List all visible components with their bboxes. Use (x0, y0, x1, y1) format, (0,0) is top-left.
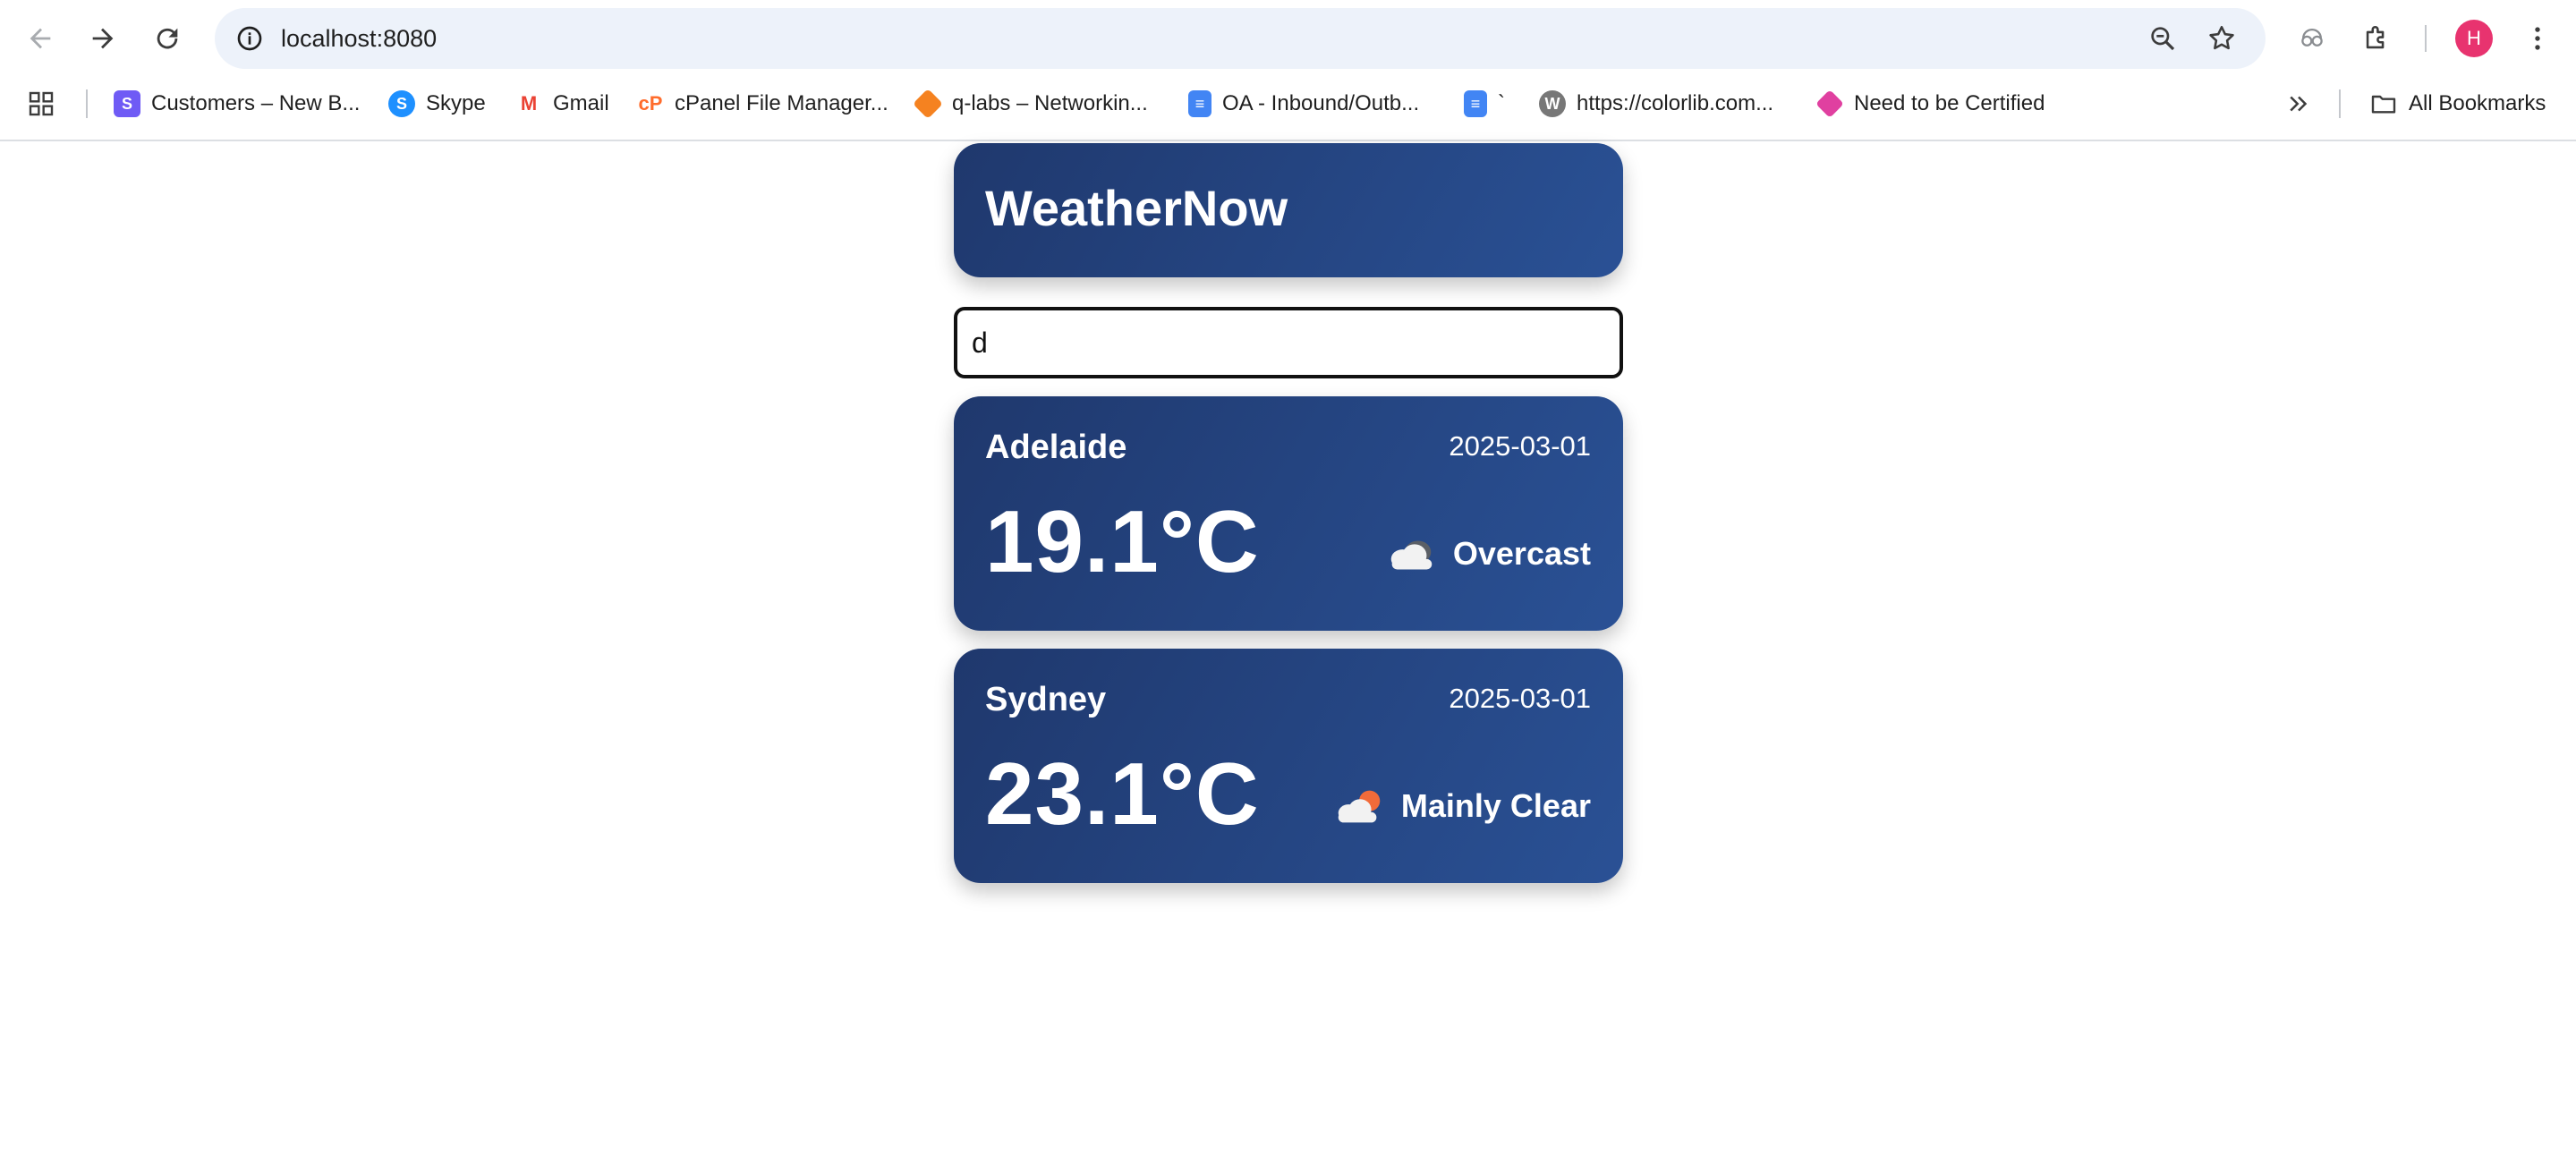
bookmark-label: https://colorlib.com... (1577, 91, 1774, 115)
forward-button[interactable] (81, 16, 125, 61)
bookmark-label: ` (1498, 91, 1505, 115)
toolbar-divider (2425, 25, 2427, 52)
app-header: WeatherNow (954, 143, 1623, 277)
arrow-left-icon (30, 28, 51, 49)
condition-label: Mainly Clear (1400, 787, 1591, 824)
city-name: Adelaide (985, 429, 1127, 466)
docs-icon: ≡ (1464, 90, 1487, 117)
arrow-right-icon (92, 28, 114, 49)
folder-icon (2371, 95, 2396, 114)
chevron-double-right-icon (2290, 96, 2308, 112)
forecast-date: 2025-03-01 (1449, 683, 1591, 714)
more-bookmarks-button[interactable] (2285, 82, 2312, 125)
bookmark-label: Gmail (553, 91, 609, 115)
bookmark-label: Skype (426, 91, 486, 115)
bookmarks-divider (86, 89, 88, 118)
reload-button[interactable] (145, 16, 190, 61)
bookmark-item[interactable]: S Skype (388, 82, 486, 125)
temperature: 23.1°C (985, 744, 1260, 843)
bookmarks-bar: S Customers – New B... S Skype M Gmail c… (0, 77, 2576, 131)
apps-button[interactable] (27, 82, 55, 125)
box-icon (1815, 89, 1844, 118)
back-button[interactable] (18, 16, 63, 61)
temperature: 19.1°C (985, 492, 1260, 590)
profile-avatar[interactable]: H (2455, 20, 2493, 57)
extensions-button[interactable] (2353, 15, 2400, 62)
skype-icon: S (388, 90, 415, 117)
wordpress-icon: W (1539, 90, 1566, 117)
forecast-date: 2025-03-01 (1449, 430, 1591, 462)
bookmark-item[interactable]: ≡ ` (1464, 82, 1505, 125)
bookmark-label: q-labs – Networkin... (952, 91, 1148, 115)
bookmark-label: OA - Inbound/Outb... (1222, 91, 1420, 115)
weather-condition: Overcast (1383, 527, 1591, 581)
cube-icon (913, 89, 943, 119)
browser-toolbar: localhost:8080 H (0, 0, 2576, 77)
star-icon (2209, 25, 2234, 50)
bookmark-star-button[interactable] (2199, 16, 2244, 61)
reload-icon (157, 28, 178, 49)
gmail-icon: M (520, 92, 538, 115)
cpanel-icon: cP (638, 92, 663, 115)
weather-card: Sydney 2025-03-01 23.1°C Mainly Clear (954, 649, 1623, 883)
docs-icon: ≡ (1188, 90, 1211, 117)
weather-card: Adelaide 2025-03-01 19.1°C Overcast (954, 396, 1623, 631)
bookmark-item[interactable]: cP cPanel File Manager... (637, 82, 888, 125)
more-vertical-icon (2535, 27, 2540, 50)
bookmark-label: Customers – New B... (151, 91, 361, 115)
zoom-button[interactable] (2140, 16, 2185, 61)
menu-button[interactable] (2514, 15, 2561, 62)
url-text[interactable]: localhost:8080 (281, 8, 437, 69)
s-logo-icon: S (114, 90, 140, 117)
bookmark-item[interactable]: S Customers – New B... (114, 82, 360, 125)
bookmark-item[interactable]: M Gmail (515, 82, 609, 125)
bookmark-item[interactable]: q-labs – Networkin... (913, 82, 1148, 125)
bookmark-item[interactable]: W https://colorlib.com... (1539, 82, 1773, 125)
weather-condition: Mainly Clear (1331, 779, 1591, 833)
zoom-out-icon (2151, 27, 2175, 51)
condition-label: Overcast (1452, 535, 1591, 572)
browser-chrome: localhost:8080 H S Customers – New B... … (0, 0, 2576, 141)
puzzle-icon (2366, 26, 2385, 49)
cloud-link-icon (2301, 28, 2323, 47)
all-bookmarks-label: All Bookmarks (2409, 91, 2546, 115)
extension-button[interactable] (2289, 15, 2335, 62)
bookmark-label: Need to be Certified (1854, 91, 2045, 115)
bookmark-item[interactable]: ≡ OA - Inbound/Outb... (1188, 82, 1419, 125)
address-bar[interactable]: localhost:8080 (215, 8, 2266, 69)
sun-behind-cloud-icon (1338, 790, 1381, 823)
site-info-button[interactable] (227, 16, 272, 61)
bookmark-item[interactable]: Need to be Certified (1815, 82, 2045, 125)
bookmarks-divider (2339, 89, 2341, 118)
app-title: WeatherNow (985, 180, 1288, 236)
city-name: Sydney (985, 681, 1107, 718)
cloud-icon (1390, 540, 1433, 570)
apps-grid-icon (29, 91, 54, 116)
bookmark-label: cPanel File Manager... (675, 91, 888, 115)
all-bookmarks-button[interactable]: All Bookmarks (2369, 82, 2546, 125)
info-icon (237, 26, 262, 51)
city-search-input[interactable] (954, 307, 1623, 378)
weather-app: WeatherNow Adelaide 2025-03-01 19.1°C Ov… (954, 143, 1623, 883)
